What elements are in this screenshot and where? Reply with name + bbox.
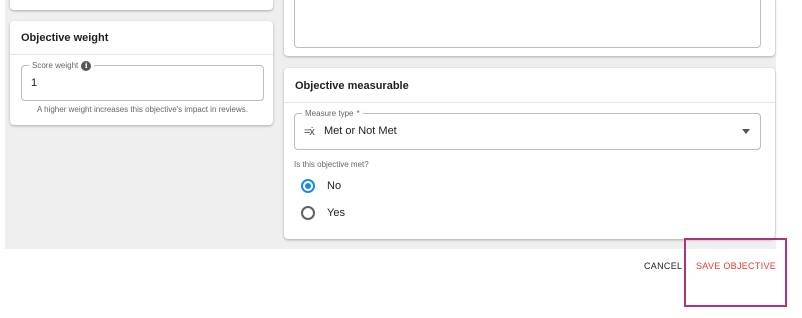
highlight-box xyxy=(684,238,787,307)
objective-weight-title: Objective weight xyxy=(21,32,109,44)
radio-checked-icon[interactable] xyxy=(301,179,315,193)
measure-type-select[interactable]: Measure type * =ẋ Met or Not Met xyxy=(294,108,761,150)
measure-type-value: Met or Not Met xyxy=(324,125,397,137)
objective-met-question: Is this objective met? xyxy=(294,160,369,169)
score-weight-field[interactable]: Score weight i xyxy=(21,60,264,101)
required-mark: * xyxy=(356,109,360,118)
measure-type-legend: Measure type * xyxy=(302,108,363,119)
info-icon[interactable]: i xyxy=(81,60,92,71)
radio-option-yes[interactable]: Yes xyxy=(301,206,345,220)
score-weight-label: Score weight xyxy=(32,61,79,70)
score-weight-legend: Score weight i xyxy=(29,60,95,71)
previous-card xyxy=(10,0,273,10)
radio-option-no[interactable]: No xyxy=(301,179,341,193)
card-divider xyxy=(10,54,273,55)
objective-measurable-title: Objective measurable xyxy=(295,80,409,92)
description-card xyxy=(284,0,775,56)
cancel-button[interactable]: CANCEL xyxy=(644,261,682,271)
score-weight-input[interactable] xyxy=(31,77,231,89)
score-weight-helper: A higher weight increases this objective… xyxy=(37,105,248,114)
objective-weight-card: Objective weight Score weight i A higher… xyxy=(10,21,273,125)
card-divider xyxy=(284,102,775,103)
description-textarea[interactable] xyxy=(294,0,761,48)
radio-label-no: No xyxy=(327,180,342,192)
checklist-icon: =ẋ xyxy=(304,126,315,138)
objective-measurable-card: Objective measurable Measure type * =ẋ M… xyxy=(284,68,775,239)
radio-unchecked-icon[interactable] xyxy=(301,206,315,220)
measure-type-label: Measure type xyxy=(305,109,354,118)
radio-label-yes: Yes xyxy=(327,207,345,219)
chevron-down-icon xyxy=(742,129,750,134)
